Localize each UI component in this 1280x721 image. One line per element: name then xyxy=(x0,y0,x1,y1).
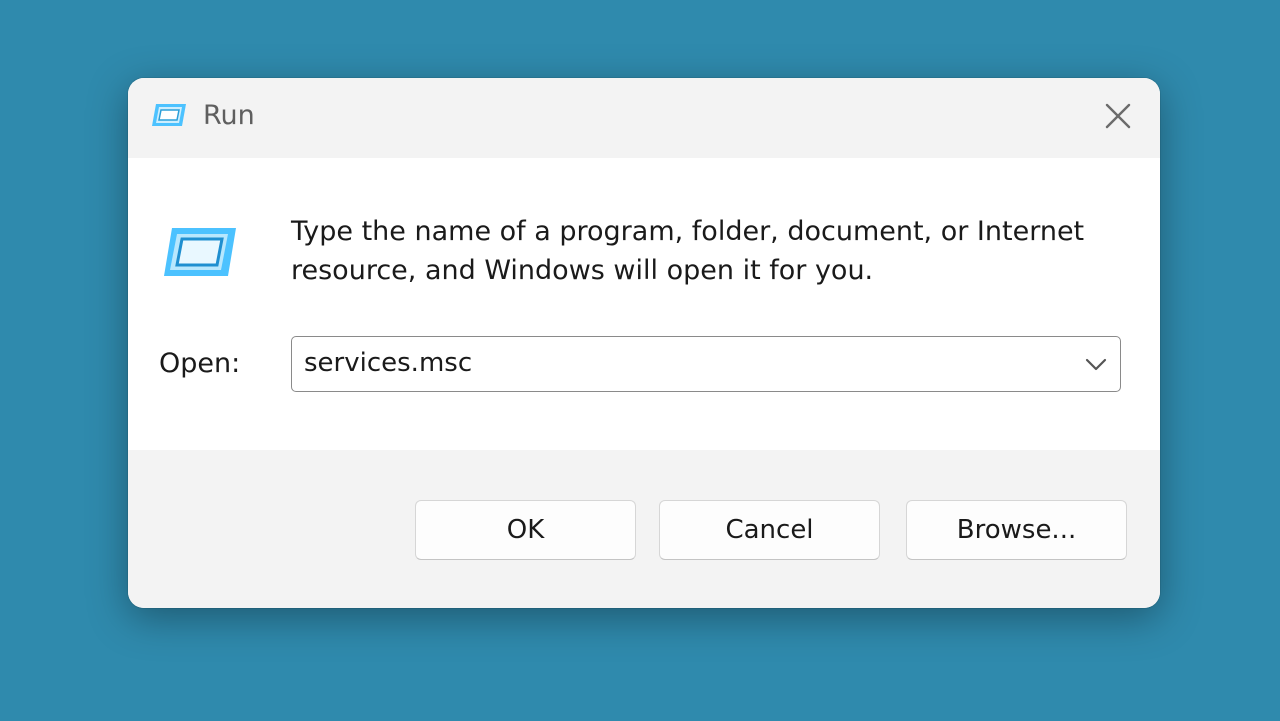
run-program-icon xyxy=(164,228,236,276)
cancel-button[interactable]: Cancel xyxy=(659,500,880,560)
window-title: Run xyxy=(203,100,255,131)
dropdown-button[interactable] xyxy=(1082,350,1110,378)
run-icon xyxy=(152,104,186,126)
title-bar: Run xyxy=(128,78,1160,158)
close-button[interactable] xyxy=(1094,92,1142,140)
instruction-text: Type the name of a program, folder, docu… xyxy=(291,216,1085,286)
run-dialog: Run Type the name of a program, folder, … xyxy=(128,78,1160,608)
browse-button[interactable]: Browse... xyxy=(906,500,1127,560)
open-label: Open: xyxy=(159,348,241,379)
ok-button[interactable]: OK xyxy=(415,500,636,560)
dialog-content: Type the name of a program, folder, docu… xyxy=(128,158,1160,450)
chevron-down-icon xyxy=(1085,358,1107,371)
button-bar: OK Cancel Browse... xyxy=(128,450,1160,608)
close-icon xyxy=(1105,103,1131,129)
open-combobox[interactable] xyxy=(291,336,1121,392)
open-input[interactable] xyxy=(304,337,1064,389)
